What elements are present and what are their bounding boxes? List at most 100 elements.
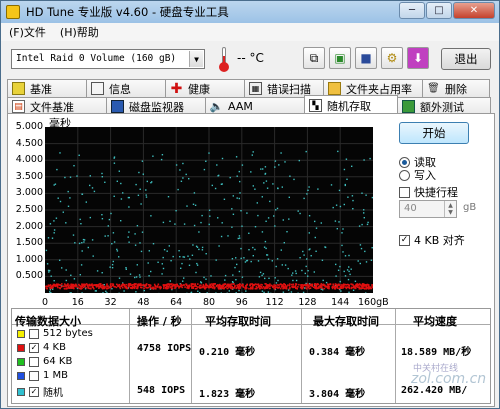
tab-benchmark[interactable]: 基准 [7,79,87,97]
scatter-point-random [366,223,369,226]
start-button[interactable]: 开始 [399,122,469,144]
x-tick-label: 96 [235,297,248,308]
scatter-point-random [276,258,279,260]
scatter-point-random [192,203,195,205]
tab-random-access[interactable]: ▚ 随机存取 [304,95,398,115]
scatter-point-random [125,268,127,270]
row-checkbox[interactable]: ✓ [29,386,39,397]
scatter-point-4kb [92,286,95,289]
scatter-point-4kb [58,287,61,289]
series-color-swatch [17,371,25,380]
exit-button[interactable]: 退出 [441,48,491,70]
scatter-point-random [342,251,344,253]
scatter-point-random [64,176,66,179]
scatter-point-4kb [320,286,322,289]
scatter-point-4kb [273,285,275,288]
header-transfer-size: 传输数据大小 [15,315,81,328]
y-tick-label: 4.500 [15,137,43,149]
scatter-point-4kb [137,283,139,286]
scatter-point-random [221,183,223,185]
tab-info[interactable]: 信息 [86,79,166,97]
short-stroke-checkbox[interactable]: 快捷行程 [399,184,458,200]
row-checkbox[interactable]: ✓ [29,342,39,353]
close-button[interactable]: ✕ [453,2,495,19]
scatter-point-random [76,175,78,177]
scatter-point-4kb [353,285,356,288]
scatter-point-4kb [169,286,172,288]
short-stroke-input[interactable]: 40 ▲ ▼ [399,200,457,218]
scatter-point-random [129,273,132,275]
tab-health[interactable]: ✚ 健康 [165,79,245,97]
scatter-point-random [308,186,310,188]
scatter-point-random [179,256,181,258]
scatter-point-random [81,292,83,293]
table-row: 512 bytes [17,328,93,339]
scatter-point-4kb [124,285,126,287]
scatter-point-4kb [295,287,297,290]
scatter-point-4kb [254,283,257,285]
scatter-point-random [113,195,115,197]
scatter-point-4kb [354,287,356,289]
options-icon[interactable]: ⚙ [381,47,403,69]
copy-icon[interactable]: ⧉ [303,47,325,69]
scatter-point-random [314,220,316,223]
scatter-point-random [208,152,210,154]
scatter-point-4kb [92,284,95,286]
maximize-button[interactable]: □ [426,2,452,19]
row-checkbox[interactable] [29,356,39,367]
minimize-button[interactable]: ─ [399,2,425,19]
scatter-point-random [103,284,105,286]
scatter-point-random [57,197,59,199]
scatter-point-4kb [51,285,54,288]
title-bar[interactable]: HD Tune 专业版 v4.60 - 硬盘专业工具 ─ □ ✕ [1,1,499,23]
scatter-point-4kb [269,285,271,287]
scatter-point-random [49,223,52,225]
stepper-arrows[interactable]: ▲ ▼ [444,201,456,217]
drive-select[interactable]: Intel Raid 0 Volume (160 gB) ▼ [11,49,205,69]
scatter-point-4kb [202,283,205,286]
scatter-point-random [246,212,248,214]
scatter-point-4kb [142,284,145,286]
chevron-down-icon[interactable]: ▼ [189,51,203,67]
scatter-point-random [290,291,293,293]
scatter-point-4kb [174,284,177,286]
menu-file[interactable]: (F)文件 [9,24,46,40]
scatter-point-random [116,180,118,182]
scatter-point-random [138,171,140,174]
scatter-point-4kb [344,283,347,286]
scatter-point-random [262,168,264,170]
scatter-point-4kb [190,283,193,286]
scatter-point-4kb [112,284,114,287]
x-tick-label: 48 [137,297,150,308]
scatter-point-random [208,223,210,226]
align-4kb-checkbox[interactable]: ✓ 4 KB 对齐 [399,232,465,248]
x-tick-label: 112 [265,297,284,308]
write-radio-dot [399,169,410,181]
scatter-point-4kb [64,288,66,290]
row-checkbox[interactable] [29,328,39,339]
scatter-point-random [292,272,294,274]
scatter-point-random [102,292,104,293]
scatter-point-random [50,275,52,277]
scatter-point-random [251,154,253,156]
row-size-label: 4 KB [43,342,66,353]
copy-screenshot-icon[interactable]: ▣ [329,47,351,69]
scatter-point-4kb [267,284,270,286]
scatter-point-random [339,265,341,268]
save-icon[interactable]: ■ [355,47,377,69]
scatter-point-random [294,270,297,272]
scatter-point-4kb [239,287,241,289]
row-checkbox[interactable] [29,370,39,381]
scatter-point-random [371,196,373,199]
scatter-point-random [205,253,207,255]
download-icon[interactable]: ⬇ [407,47,429,69]
table-row: 1 MB [17,370,68,381]
scatter-point-random [136,264,138,266]
scatter-point-4kb [91,284,94,287]
menu-help[interactable]: (H)帮助 [60,24,99,40]
scatter-point-random [139,276,141,278]
tab-erase[interactable]: 🗑 删除 [422,79,490,97]
scatter-point-random [116,248,118,251]
write-radio[interactable]: 写入 [399,167,436,183]
scatter-point-4kb [221,285,223,287]
